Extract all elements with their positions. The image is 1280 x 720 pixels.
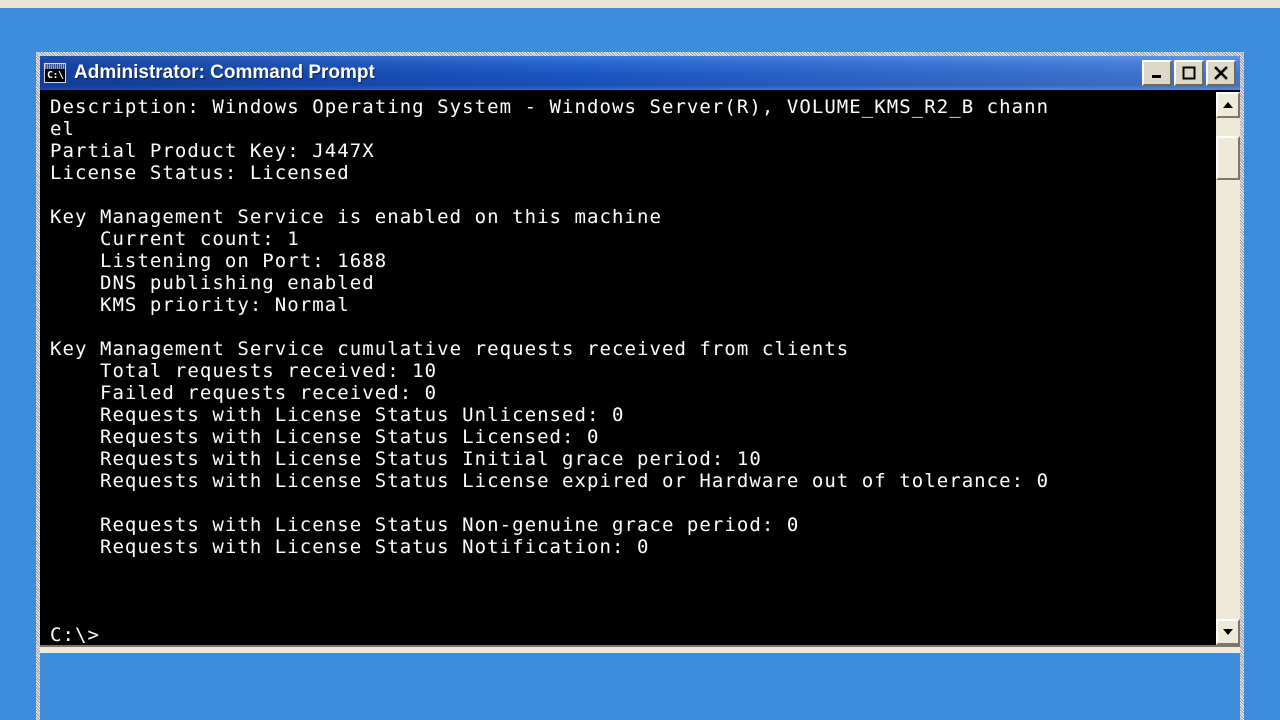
chevron-down-icon xyxy=(1223,629,1233,635)
command-prompt-icon: C:\. xyxy=(44,63,66,83)
title-bar[interactable]: C:\. Administrator: Command Prompt xyxy=(40,56,1240,90)
window-controls xyxy=(1142,60,1238,86)
close-icon xyxy=(1214,66,1228,80)
console-line: Requests with License Status Unlicensed:… xyxy=(50,404,625,426)
chevron-up-icon xyxy=(1223,102,1233,108)
console-line: Failed requests received: 0 xyxy=(50,382,438,404)
console-line: Current count: 1 xyxy=(50,228,300,250)
console-line: Total requests received: 10 xyxy=(50,360,438,382)
console-line: Listening on Port: 1688 xyxy=(50,250,388,272)
close-button[interactable] xyxy=(1206,60,1236,86)
console-line: Requests with License Status Licensed: 0 xyxy=(50,426,600,448)
console-line: Requests with License Status Initial gra… xyxy=(50,448,762,470)
scrollbar-thumb[interactable] xyxy=(1216,136,1240,180)
console-line: DNS publishing enabled xyxy=(50,272,375,294)
console-line: C:\> xyxy=(50,624,100,645)
window-title: Administrator: Command Prompt xyxy=(74,62,375,83)
console-line: License Status: Licensed xyxy=(50,162,350,184)
console-bottom-edge xyxy=(40,645,1240,653)
scroll-up-arrow[interactable] xyxy=(1216,92,1240,118)
console-line: Key Management Service is enabled on thi… xyxy=(50,206,662,228)
scroll-down-arrow[interactable] xyxy=(1216,619,1240,645)
console-line: Requests with License Status License exp… xyxy=(50,470,1050,492)
console-line: Partial Product Key: J447X xyxy=(50,140,375,162)
console-scrollbar[interactable] xyxy=(1214,92,1240,645)
minimize-button[interactable] xyxy=(1142,60,1172,86)
icon-glyph-text: C:\. xyxy=(47,70,65,81)
maximize-button[interactable] xyxy=(1174,60,1204,86)
console-line: Description: Windows Operating System - … xyxy=(50,96,1050,118)
desktop-background: C:\. Administrator: Command Prompt xyxy=(0,8,1280,720)
console-line: Requests with License Status Non-genuine… xyxy=(50,514,800,536)
console-output[interactable]: Description: Windows Operating System - … xyxy=(40,92,1214,645)
command-prompt-window[interactable]: C:\. Administrator: Command Prompt xyxy=(36,52,1244,720)
console-line: Key Management Service cumulative reques… xyxy=(50,338,850,360)
screen: C:\. Administrator: Command Prompt xyxy=(0,0,1280,720)
top-edge-strip xyxy=(0,0,1280,8)
scrollbar-track[interactable] xyxy=(1216,118,1240,619)
window-inner: C:\. Administrator: Command Prompt xyxy=(40,56,1240,720)
console-line: el xyxy=(50,118,75,140)
console-area[interactable]: Description: Windows Operating System - … xyxy=(40,90,1240,645)
console-line: KMS priority: Normal xyxy=(50,294,350,316)
minimize-icon xyxy=(1152,75,1161,78)
console-line: Requests with License Status Notificatio… xyxy=(50,536,650,558)
maximize-icon xyxy=(1182,66,1196,80)
